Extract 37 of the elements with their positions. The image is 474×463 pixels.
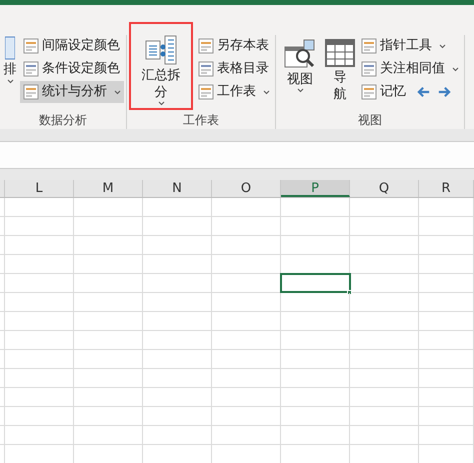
ribbon-button[interactable]: 统计与分析 — [20, 81, 124, 103]
ribbon-button[interactable]: 另存本表 — [195, 35, 272, 57]
column-header[interactable]: P — [281, 180, 350, 197]
sheet-icon — [23, 61, 39, 77]
ribbon-button[interactable]: 表格目录 — [195, 58, 272, 80]
sheet-icon — [198, 61, 214, 77]
merge-icon — [145, 35, 177, 65]
selected-cell[interactable] — [281, 274, 350, 292]
group-label: 数据分析 — [38, 112, 88, 129]
ribbon-big-button[interactable]: 汇总拆分 — [139, 31, 183, 106]
sheet-icon — [23, 38, 39, 54]
sheet-icon — [361, 84, 377, 100]
column-header[interactable]: Q — [350, 180, 419, 197]
magnifier-icon — [284, 39, 316, 69]
ribbon-button[interactable]: 记忆 — [358, 81, 409, 103]
sheet-icon — [198, 84, 214, 100]
ribbon-button[interactable]: 排 — [4, 61, 16, 79]
sheet-icon — [198, 38, 214, 54]
group-label: 工作表 — [182, 112, 220, 129]
ribbon-big-button[interactable]: 视图 — [278, 35, 322, 93]
sheet-icon — [361, 38, 377, 54]
left-arrow-icon[interactable] — [417, 86, 431, 98]
group-label: 视图 — [357, 112, 383, 129]
column-header[interactable]: N — [143, 180, 212, 197]
ribbon-button[interactable]: 关注相同值 — [358, 58, 462, 80]
ribbon-big-button[interactable]: 导航 — [324, 35, 356, 103]
ribbon-button[interactable]: 工作表 — [195, 81, 273, 103]
sheet-icon — [361, 61, 377, 77]
ribbon-button[interactable]: 条件设定颜色 — [20, 58, 123, 80]
column-header[interactable]: R — [419, 180, 474, 197]
table-icon — [325, 39, 355, 67]
ribbon-button[interactable]: 指针工具 — [358, 35, 449, 57]
sheet-icon — [23, 84, 39, 100]
column-header[interactable]: L — [5, 180, 74, 197]
column-header[interactable]: M — [74, 180, 143, 197]
right-arrow-icon[interactable] — [437, 86, 451, 98]
ribbon-button[interactable]: 间隔设定颜色 — [20, 35, 123, 57]
